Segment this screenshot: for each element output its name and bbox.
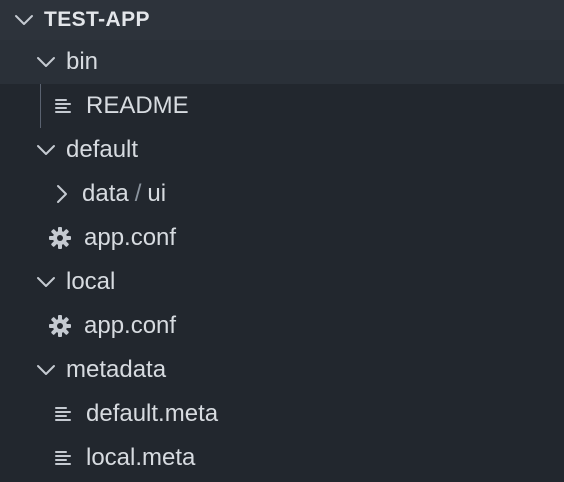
tree-item-label: app.conf xyxy=(84,224,177,251)
path-separator: / xyxy=(134,180,142,207)
tree-item-label: bin xyxy=(66,48,99,75)
chevron-down-icon[interactable] xyxy=(34,138,58,162)
explorer-root-header[interactable]: TEST-APP xyxy=(0,0,564,40)
gear-icon xyxy=(48,314,72,338)
tree-file-readme[interactable]: README xyxy=(0,84,564,128)
tree-file-local-meta[interactable]: local.meta xyxy=(0,436,564,480)
tree-item-label: README xyxy=(86,92,189,119)
tree-item-label-data: data xyxy=(82,180,129,207)
tree-file-app-conf[interactable]: app.conf xyxy=(0,304,564,348)
tree-file-app-conf[interactable]: app.conf xyxy=(0,216,564,260)
tree-file-default-meta[interactable]: default.meta xyxy=(0,392,564,436)
tree-item-label: local xyxy=(66,268,116,295)
text-file-icon xyxy=(54,96,74,116)
chevron-down-icon[interactable] xyxy=(12,8,36,32)
tree-folder-local[interactable]: local xyxy=(0,260,564,304)
tree-folder-metadata[interactable]: metadata xyxy=(0,348,564,392)
tree-item-label: metadata xyxy=(66,356,167,383)
tree-folder-data-ui[interactable]: data / ui xyxy=(0,172,564,216)
tree-item-label: app.conf xyxy=(84,312,177,339)
chevron-down-icon[interactable] xyxy=(34,270,58,294)
tree-item-label-ui: ui xyxy=(147,180,167,207)
file-explorer: TEST-APP bin README default data / ui ap… xyxy=(0,0,564,482)
chevron-down-icon[interactable] xyxy=(34,358,58,382)
explorer-root-label: TEST-APP xyxy=(44,8,150,31)
tree-folder-bin[interactable]: bin xyxy=(0,40,564,84)
gear-icon xyxy=(48,226,72,250)
text-file-icon xyxy=(54,404,74,424)
tree-item-label: local.meta xyxy=(86,444,196,471)
chevron-down-icon[interactable] xyxy=(34,50,58,74)
tree-item-label: default xyxy=(66,136,139,163)
tree-item-label: default.meta xyxy=(86,400,219,427)
text-file-icon xyxy=(54,448,74,468)
chevron-right-icon[interactable] xyxy=(50,182,74,206)
tree-folder-default[interactable]: default xyxy=(0,128,564,172)
